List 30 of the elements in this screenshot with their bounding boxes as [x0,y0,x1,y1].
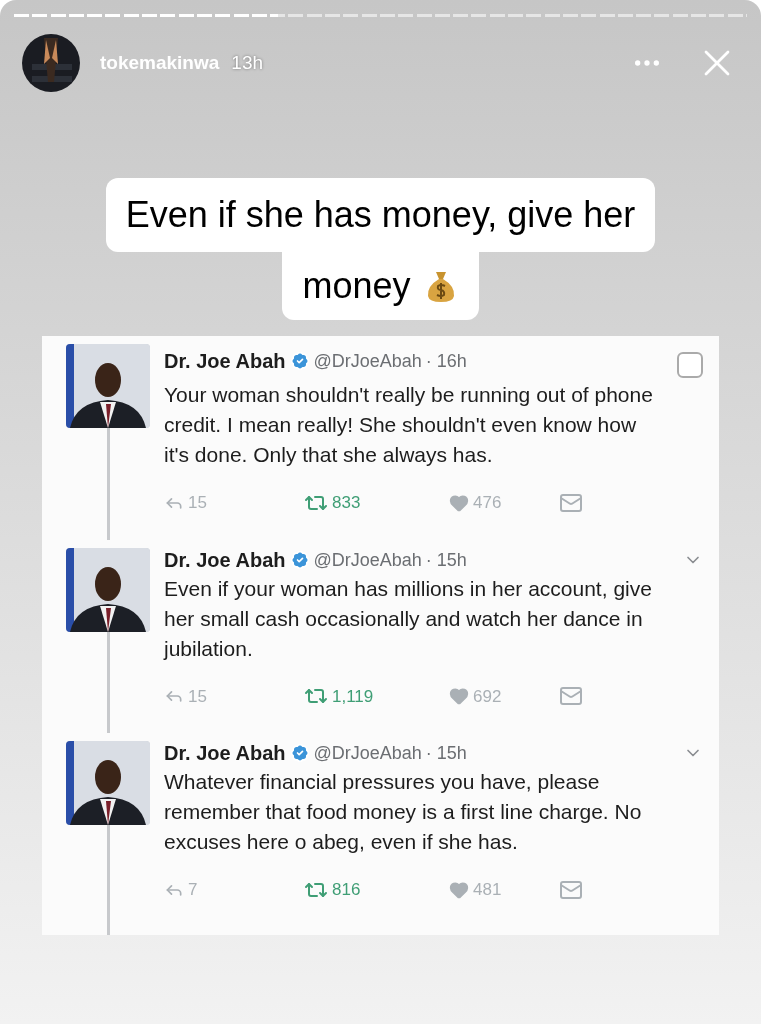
heart-icon [449,686,469,707]
retweet-button[interactable]: 833 [304,490,449,516]
tweet-text: Your woman shouldn't really be running out of phone credit. I mean really! She shouldn't even know how it's done. Only that she always has. [164,382,654,468]
author-handle: @DrJoeAbah [313,350,422,373]
like-button[interactable]: 481 [449,877,559,903]
caption-text: money [302,264,411,308]
author-name: Dr. Joe Abah [164,349,286,373]
tweet-text: Even if your woman has millions in her account, give her small cash occasionally and watch her dance in jubilation. [164,575,653,662]
tweet-text: Whatever financial pressures you have, please remember that food money is a first line charge. No excuses here o abeg, even if she has. [164,769,643,855]
retweet-button[interactable]: 816 [304,877,449,903]
verified-icon [289,549,310,570]
heart-icon [449,492,469,513]
caption-text: Even if she has money, give her [125,194,636,235]
reply-button[interactable]: 7 [164,877,304,903]
heart-icon [449,879,469,900]
reply-button[interactable]: 15 [164,683,304,709]
square-icon [677,352,703,378]
like-button[interactable]: 692 [449,683,559,709]
verified-icon [289,351,310,371]
reply-button[interactable]: 15 [164,490,304,516]
verified-icon [289,743,310,763]
author-name: Dr. Joe Abah [164,547,286,572]
tweet-time: · 15h [425,742,467,765]
tweet-time: · 15h [425,548,467,572]
like-button[interactable]: 476 [449,490,559,516]
author-handle: @DrJoeAbah [313,548,422,572]
retweet-button[interactable]: 1,119 [304,683,449,709]
author-handle: @DrJoeAbah [313,742,422,765]
tweet-time: · 16h [425,350,467,373]
author-name: Dr. Joe Abah [164,741,286,765]
